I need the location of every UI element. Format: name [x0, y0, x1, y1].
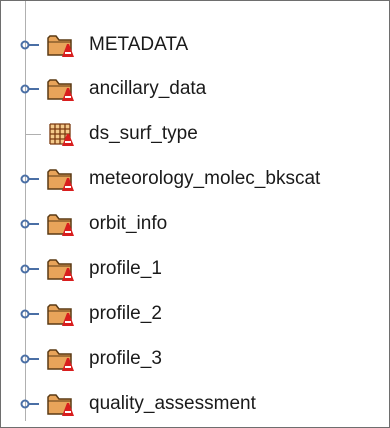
expand-toggle-icon[interactable] — [19, 34, 41, 56]
expand-toggle-icon[interactable] — [19, 258, 41, 280]
group-folder-icon — [46, 390, 76, 418]
group-folder-icon — [46, 31, 76, 59]
expand-toggle-icon[interactable] — [19, 213, 41, 235]
tree-node[interactable]: profile_2 — [1, 294, 389, 334]
hdf-tree-panel: METADATA ancillary_data ds_surf_typemeteor… — [0, 0, 390, 428]
group-folder-icon — [46, 345, 76, 373]
tree-node[interactable]: profile_3 — [1, 339, 389, 379]
tree-node-label: profile_2 — [89, 303, 162, 324]
group-folder-icon — [46, 75, 76, 103]
tree-node-label: ds_surf_type — [89, 123, 198, 144]
expand-toggle-icon[interactable] — [19, 168, 41, 190]
tree-node-label: meteorology_molec_bkscat — [89, 168, 321, 189]
tree-node[interactable]: meteorology_molec_bkscat — [1, 159, 389, 199]
group-folder-icon — [46, 300, 76, 328]
tree-node-label: profile_3 — [89, 348, 162, 369]
tree-node-label: METADATA — [89, 34, 189, 55]
expand-toggle-icon[interactable] — [19, 78, 41, 100]
tree-node[interactable]: orbit_info — [1, 204, 389, 244]
tree-node[interactable]: profile_1 — [1, 249, 389, 289]
expand-toggle-icon[interactable] — [19, 348, 41, 370]
tree-node-label: ancillary_data — [89, 78, 207, 99]
group-folder-icon — [46, 210, 76, 238]
expand-toggle-icon[interactable] — [19, 303, 41, 325]
dataset-grid-icon — [46, 120, 76, 148]
tree-node-label: quality_assessment — [89, 393, 256, 414]
group-folder-icon — [46, 165, 76, 193]
tree-node[interactable]: ancillary_data — [1, 69, 389, 109]
tree-node-label: orbit_info — [89, 213, 168, 234]
tree-branch-line — [26, 134, 41, 135]
tree-node[interactable]: METADATA — [1, 25, 389, 65]
tree-node-label: profile_1 — [89, 258, 162, 279]
tree-node[interactable]: ds_surf_type — [1, 114, 389, 154]
group-folder-icon — [46, 255, 76, 283]
expand-toggle-icon[interactable] — [19, 393, 41, 415]
tree-node[interactable]: quality_assessment — [1, 384, 389, 424]
